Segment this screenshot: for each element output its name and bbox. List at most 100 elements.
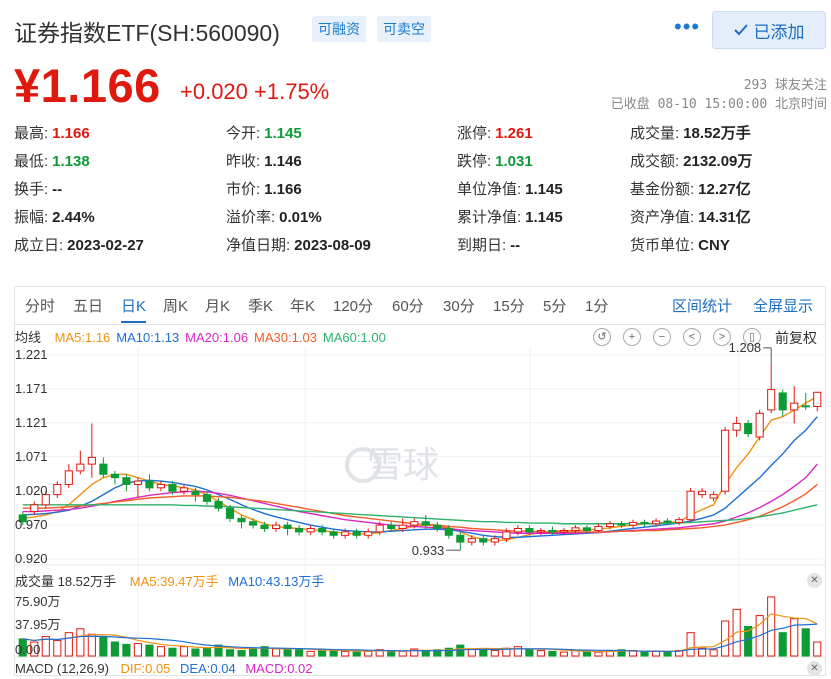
stat-value: 14.31亿 — [698, 209, 751, 226]
volume-bar — [801, 628, 810, 657]
candle-body — [133, 480, 142, 485]
stat-value: CNY — [698, 237, 730, 254]
stat-label: 最低: — [14, 153, 49, 170]
candle-body — [30, 504, 39, 513]
tab-period[interactable]: 1分 — [585, 295, 608, 316]
candle-body — [709, 494, 718, 499]
tab-period[interactable]: 周K — [163, 295, 188, 316]
fullscreen-link[interactable]: 全屏显示 — [753, 295, 813, 316]
market-status: 已收盘 08-10 15:00:00 北京时间 — [610, 97, 827, 112]
stat-value: -- — [510, 237, 521, 254]
candle-body — [663, 520, 672, 523]
candle-body — [364, 531, 373, 536]
tab-period[interactable]: 日K — [121, 295, 147, 323]
volume-bar — [778, 632, 787, 657]
candle-body — [64, 470, 73, 485]
candle-body — [582, 527, 592, 532]
candle-body — [375, 524, 384, 533]
volume-bar — [306, 650, 315, 657]
more-icon[interactable]: ••• — [674, 14, 700, 40]
volume-bar — [76, 628, 85, 657]
current-price: ¥1.166 — [14, 59, 161, 112]
stat-item: 净值日期: 2023-08-09 — [226, 234, 371, 255]
volume-bar — [582, 650, 592, 657]
candle-body — [306, 528, 315, 533]
candle-body — [272, 524, 281, 530]
macd-value: MACD:0.02 — [245, 661, 313, 676]
candle-body — [179, 487, 189, 492]
volume-bar — [318, 650, 327, 657]
volume-bar — [352, 651, 361, 657]
volume-bar — [663, 651, 672, 657]
stat-item: 成交额: 2132.09万 — [630, 150, 752, 171]
candle-body — [536, 530, 545, 533]
volume-bar — [536, 650, 545, 657]
candle-body — [502, 531, 511, 540]
candle-body — [318, 528, 327, 533]
added-watchlist-button[interactable]: 已添加 — [712, 11, 826, 49]
candle-body — [225, 507, 235, 519]
candle-body — [329, 531, 338, 536]
stat-item: 成交量: 18.52万手 — [630, 122, 751, 143]
candle-body — [444, 528, 453, 536]
volume-bar — [364, 650, 373, 657]
stat-label: 净值日期: — [226, 237, 291, 254]
candle-body — [398, 524, 407, 530]
tab-period[interactable]: 5分 — [543, 295, 566, 316]
volume-bar — [548, 650, 557, 657]
candle-body — [628, 521, 638, 526]
volume-bar — [191, 648, 200, 657]
volume-bar — [225, 649, 235, 657]
candle-body — [594, 525, 603, 532]
candle-body — [778, 392, 787, 411]
stat-label: 振幅: — [14, 209, 49, 226]
candle-body — [513, 528, 522, 533]
tab-period[interactable]: 30分 — [443, 295, 475, 316]
volume-bar — [53, 639, 62, 657]
tab-period[interactable]: 月K — [205, 295, 230, 316]
stat-value: 0.01% — [279, 209, 322, 226]
range-stats-link[interactable]: 区间统计 — [672, 295, 732, 316]
tab-period[interactable]: 15分 — [493, 295, 525, 316]
price-axis-label: 1.171 — [15, 380, 48, 396]
stat-label: 基金份额: — [630, 181, 695, 198]
stat-label: 资产净值: — [630, 209, 695, 226]
stat-value: 1.166 — [52, 125, 90, 142]
stat-label: 货币单位: — [630, 237, 695, 254]
candle-body — [202, 494, 212, 502]
stat-value: 2023-08-09 — [294, 237, 371, 254]
close-volume-icon[interactable]: ✕ — [807, 573, 822, 588]
stat-value: -- — [52, 181, 63, 198]
candle-body — [732, 422, 741, 431]
volume-bar — [202, 647, 212, 657]
margin-trading-tag[interactable]: 可融资 — [312, 16, 366, 42]
tab-period[interactable]: 五日 — [73, 295, 103, 316]
price-change: +0.020 +1.75% — [180, 79, 330, 104]
volume-bar — [525, 649, 534, 657]
stat-value: 1.031 — [495, 153, 533, 170]
stat-item: 成立日: 2023-02-27 — [14, 234, 144, 255]
kline-chart[interactable]: 均线 MA5:1.16 MA10:1.13 MA20:1.06 MA30:1.03 MA… — [14, 324, 826, 676]
candle-body — [352, 531, 361, 536]
stat-item: 资产净值: 14.31亿 — [630, 206, 751, 227]
tab-period[interactable]: 60分 — [392, 295, 424, 316]
tab-period[interactable]: 年K — [290, 295, 315, 316]
short-selling-tag[interactable]: 可卖空 — [377, 16, 431, 42]
candle-body — [686, 490, 695, 521]
tab-period[interactable]: 季K — [248, 295, 273, 316]
volume-legend: 成交量 18.52万手 MA5:39.47万手 MA10:43.13万手 — [15, 571, 324, 590]
stat-item: 累计净值: 1.145 — [457, 206, 563, 227]
ma-line-ma60 — [22, 504, 818, 525]
tab-period[interactable]: 分时 — [25, 295, 55, 316]
followers-count[interactable]: 293 球友关注 — [744, 74, 827, 93]
low-marker-label: 0.933 — [412, 543, 445, 558]
stat-value: 18.52万手 — [683, 125, 751, 142]
stat-item: 单位净值: 1.145 — [457, 178, 563, 199]
close-macd-icon[interactable]: ✕ — [807, 661, 822, 676]
volume-bar — [110, 641, 119, 657]
volume-label: 成交量 18.52万手 — [15, 574, 117, 589]
candle-body — [145, 480, 154, 489]
tab-period[interactable]: 120分 — [333, 295, 373, 316]
stat-value: 1.145 — [264, 125, 302, 142]
volume-bar — [156, 646, 165, 657]
